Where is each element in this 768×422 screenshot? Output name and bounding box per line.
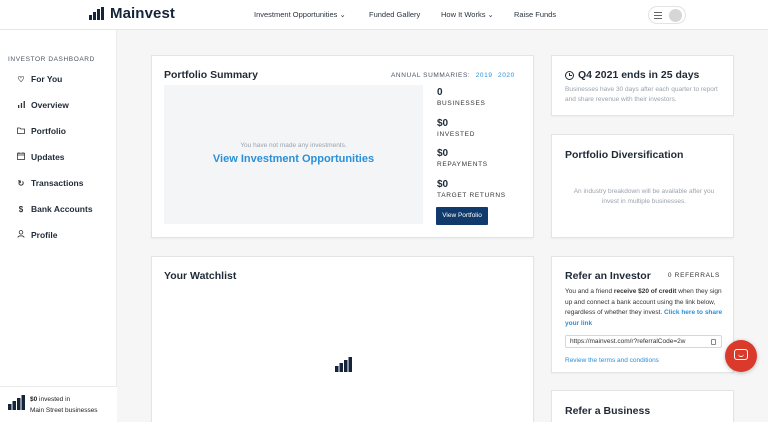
refer-business-card: Refer a Business	[551, 390, 734, 422]
annual-summary-2019-link[interactable]: 2019	[476, 72, 493, 79]
referral-link-field[interactable]: https://mainvest.com/r?referralCode=2w	[565, 335, 722, 348]
chat-bubble-icon	[734, 349, 748, 360]
calendar-icon	[17, 152, 25, 162]
copy-icon[interactable]	[709, 337, 718, 346]
refresh-icon: ↻	[17, 178, 25, 188]
portfolio-diversification-card: Portfolio Diversification An industry br…	[551, 134, 734, 238]
sidebar-item-label: Portfolio	[31, 126, 66, 136]
sidebar-item-updates[interactable]: Updates	[17, 152, 65, 162]
annual-summaries: ANNUAL SUMMARIES: 2019 2020	[391, 72, 515, 79]
hamburger-icon	[654, 12, 662, 19]
annual-summary-2020-link[interactable]: 2020	[498, 72, 515, 79]
user-avatar	[669, 9, 682, 22]
quarter-countdown-title: Q4 2021 ends in 25 days	[565, 69, 699, 81]
sidebar-item-profile[interactable]: Profile	[17, 230, 57, 240]
mainvest-logo-icon	[89, 7, 104, 20]
sidebar-item-label: Overview	[31, 100, 69, 110]
nav-investment-opportunities[interactable]: Investment Opportunities ⌄	[254, 10, 346, 19]
portfolio-summary-title: Portfolio Summary	[164, 69, 258, 81]
clock-icon	[565, 70, 574, 80]
sidebar-item-overview[interactable]: Overview	[17, 100, 69, 110]
stat-repayments: $0 REPAYMENTS	[437, 148, 488, 168]
empty-investments-message: You have not made any investments.	[240, 142, 347, 149]
sidebar-item-transactions[interactable]: ↻ Transactions	[17, 178, 84, 188]
refer-business-title: Refer a Business	[565, 405, 651, 417]
brand-logo[interactable]: Mainvest	[89, 5, 175, 22]
stat-invested: $0 INVESTED	[437, 118, 476, 138]
view-portfolio-button[interactable]: View Portfolio	[436, 207, 488, 225]
chat-button[interactable]	[725, 340, 757, 372]
invested-caption: Main Street businesses	[30, 407, 98, 414]
referral-description: You and a friend receive $20 of credit w…	[565, 288, 723, 327]
account-menu-button[interactable]	[648, 6, 686, 24]
sidebar-item-bank-accounts[interactable]: $ Bank Accounts	[17, 204, 93, 214]
quarter-countdown-description: Businesses have 30 days after each quart…	[565, 86, 718, 103]
portfolio-diversification-title: Portfolio Diversification	[565, 149, 684, 161]
refer-investor-title: Refer an Investor	[565, 270, 651, 282]
sidebar-item-portfolio[interactable]: Portfolio	[17, 126, 66, 136]
portfolio-diversification-description: An industry breakdown will be available …	[573, 188, 715, 205]
heart-icon: ♡	[17, 74, 25, 84]
brand-name: Mainvest	[110, 5, 175, 22]
mainvest-logo-icon	[335, 357, 352, 372]
sidebar-item-for-you[interactable]: ♡ For You	[17, 74, 62, 84]
empty-investments-panel: You have not made any investments. View …	[164, 85, 423, 224]
dollar-icon: $	[18, 204, 24, 214]
nav-how-it-works[interactable]: How It Works ⌄	[441, 10, 494, 19]
stat-businesses: 0 BUSINESSES	[437, 87, 486, 107]
invested-amount: $0 invested in	[30, 396, 71, 403]
nav-raise-funds[interactable]: Raise Funds	[514, 10, 556, 19]
sidebar-item-label: Updates	[31, 152, 65, 162]
person-icon	[17, 230, 25, 240]
watchlist-card: Your Watchlist	[151, 256, 534, 422]
top-navigation-bar: Mainvest Investment Opportunities ⌄ Fund…	[0, 0, 768, 30]
sidebar-item-label: For You	[31, 74, 63, 84]
referral-count: 0 REFERRALS	[667, 272, 720, 279]
portfolio-summary-card: Portfolio Summary ANNUAL SUMMARIES: 2019…	[151, 55, 534, 238]
bar-chart-icon	[17, 100, 25, 110]
sidebar-heading: INVESTOR DASHBOARD	[8, 56, 95, 63]
sidebar-item-label: Bank Accounts	[31, 204, 93, 214]
stat-target-returns: $0 TARGET RETURNS	[437, 179, 506, 199]
view-investment-opportunities-link[interactable]: View Investment Opportunities	[164, 153, 423, 165]
terms-link[interactable]: Review the terms and conditions	[565, 357, 659, 364]
mainvest-logo-icon	[8, 395, 25, 410]
watchlist-title: Your Watchlist	[164, 270, 237, 282]
nav-funded-gallery[interactable]: Funded Gallery	[369, 10, 420, 19]
sidebar-item-label: Profile	[31, 230, 58, 240]
sidebar-item-label: Transactions	[31, 178, 84, 188]
refer-investor-card: Refer an Investor 0 REFERRALS You and a …	[551, 256, 734, 373]
folder-icon	[17, 127, 25, 136]
sidebar: INVESTOR DASHBOARD ♡ For You Overview Po…	[0, 30, 117, 422]
sidebar-investment-summary: $0 invested in Main Street businesses	[0, 386, 117, 422]
quarter-countdown-card: Q4 2021 ends in 25 days Businesses have …	[551, 55, 734, 116]
